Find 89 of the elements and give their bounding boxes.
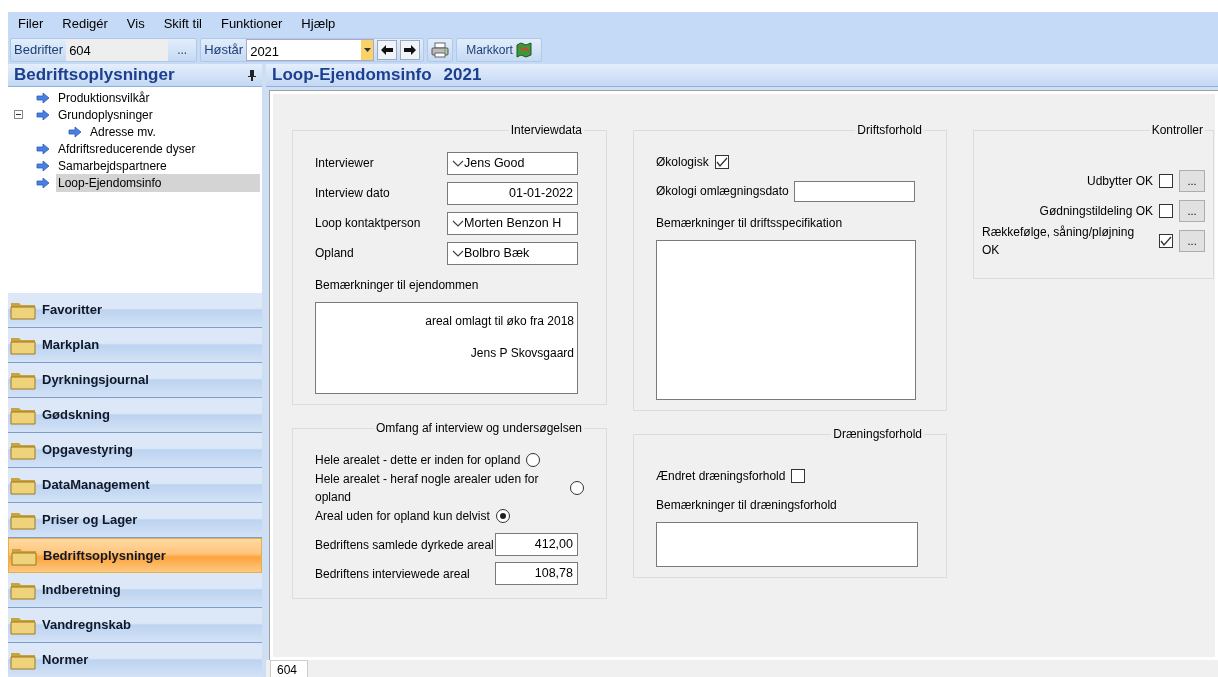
notes-field[interactable]: areal omlagt til øko fra 2018 Jens P Skovsgaard: [315, 302, 578, 394]
menu-item[interactable]: Redigér: [62, 11, 108, 37]
checkbox-label: Rækkefølge, såning/pløjning OK: [982, 224, 1136, 259]
browse-button[interactable]: ...: [171, 39, 194, 61]
checkbox[interactable]: [791, 469, 806, 483]
arrow-icon: [36, 91, 50, 104]
year-title: 2021: [443, 64, 482, 87]
chevron-icon: [452, 219, 464, 227]
checkbox[interactable]: [714, 155, 729, 169]
field-label: Loop kontaktperson: [315, 215, 422, 232]
tree-item[interactable]: Loop-Ejendomsinfo: [56, 173, 260, 192]
pin-icon[interactable]: [248, 69, 256, 81]
company-label: Bedrifter: [14, 41, 64, 60]
checkmark-icon: [1159, 235, 1174, 247]
group-title: Dræningsforhold: [832, 428, 923, 440]
note-text: areal omlagt til øko fra 2018: [424, 313, 575, 330]
arrow-icon: [36, 159, 50, 172]
notes-field[interactable]: [656, 522, 918, 567]
checkbox[interactable]: [1159, 234, 1174, 248]
input-field[interactable]: [794, 180, 915, 202]
caret-icon: [363, 48, 371, 52]
field-label: Bemærkninger til dræningsforhold: [656, 497, 838, 514]
checkbox-label: Økologisk: [656, 154, 709, 171]
menu-item[interactable]: Skift til: [163, 11, 202, 37]
input-field[interactable]: 01-01-2022: [447, 181, 578, 205]
chevron-icon: [452, 249, 464, 257]
menu-item[interactable]: Funktioner: [220, 11, 283, 37]
field-label: Bedriftens interviewede areal: [315, 565, 471, 583]
checkbox[interactable]: [1159, 204, 1173, 218]
tree-item[interactable]: Afdriftsreducerende dyser: [56, 139, 198, 158]
tree-item[interactable]: Samarbejdspartnere: [56, 156, 169, 175]
tree-item[interactable]: Grundoplysninger: [56, 105, 155, 124]
field-label: Opland: [315, 245, 355, 262]
tree-item[interactable]: Adresse mv.: [88, 122, 158, 141]
year-dropdown[interactable]: 2021: [246, 39, 375, 61]
arrow-icon: [36, 176, 50, 189]
collapse-icon[interactable]: [14, 110, 23, 119]
menu-item[interactable]: Hjælp: [301, 11, 336, 37]
nav-item[interactable]: Bedriftsoplysninger: [8, 538, 262, 573]
map-icon: [515, 42, 532, 58]
group-title: Driftsforhold: [856, 124, 923, 136]
dropdown-field[interactable]: Morten Benzon H: [447, 211, 578, 235]
radio-label: Areal uden for opland kun delvist: [315, 508, 490, 525]
year-value: 2021: [249, 43, 281, 60]
checkbox-label: Gødningstildeling OK: [1039, 203, 1153, 220]
checkmark-icon: [714, 156, 729, 168]
group-title: Kontroller: [1150, 124, 1204, 136]
note-text: Jens P Skovsgaard: [469, 345, 575, 362]
company-field[interactable]: 604: [66, 39, 169, 61]
radio-label: Hele arealet - heraf nogle arealer uden for opland: [315, 471, 540, 506]
panel-title: Bedriftsoplysninger: [14, 64, 175, 87]
field-label: Bemærkninger til ejendommen: [315, 277, 480, 294]
page-title: Loop-Ejendomsinfo: [272, 64, 432, 87]
right-arrow-icon: [404, 45, 417, 55]
checkbox-label: Ændret dræningsforhold: [656, 468, 786, 485]
tree-item[interactable]: Produktionsvilkår: [56, 88, 152, 107]
details-button[interactable]: ...: [1179, 170, 1205, 192]
details-button[interactable]: ...: [1179, 200, 1205, 222]
radio-button[interactable]: [570, 481, 584, 495]
dropdown-field[interactable]: Jens Good: [447, 151, 578, 175]
field-label: Interview dato: [315, 185, 391, 202]
checkbox-label: Udbytter OK: [1086, 173, 1153, 190]
arrow-icon: [68, 125, 82, 138]
menu-item[interactable]: Filer: [18, 11, 44, 37]
radio-label: Hele arealet - dette er inden for opland: [315, 452, 521, 469]
status-tab[interactable]: 604: [270, 660, 309, 677]
field-label: Økologi omlægningsdato: [656, 183, 790, 200]
left-arrow-icon: [381, 45, 394, 55]
map-button[interactable]: Markkort: [460, 39, 538, 61]
field-label: Bemærkninger til driftsspecifikation: [656, 215, 844, 232]
dropdown-field[interactable]: Bolbro Bæk: [447, 241, 578, 265]
chevron-icon: [452, 159, 464, 167]
notes-field[interactable]: [656, 240, 916, 400]
previous-button[interactable]: [377, 40, 398, 60]
radio-button[interactable]: [526, 453, 541, 467]
arrow-icon: [36, 142, 50, 155]
field-label: Bedriftens samlede dyrkede areal: [315, 536, 495, 554]
checkbox[interactable]: [1159, 174, 1173, 188]
group-title: Omfang af interview og undersøgelsen: [374, 422, 583, 434]
arrow-icon: [36, 108, 50, 121]
year-label: Høstår: [204, 41, 244, 60]
input-field[interactable]: 108,78: [495, 562, 578, 585]
radio-button[interactable]: [495, 509, 510, 523]
next-button[interactable]: [400, 40, 421, 60]
field-label: Interviewer: [315, 155, 375, 172]
input-field[interactable]: 412,00: [495, 533, 578, 556]
menu-item[interactable]: Vis: [126, 11, 145, 37]
details-button[interactable]: ...: [1179, 230, 1205, 252]
group-title: Interviewdata: [509, 124, 583, 136]
